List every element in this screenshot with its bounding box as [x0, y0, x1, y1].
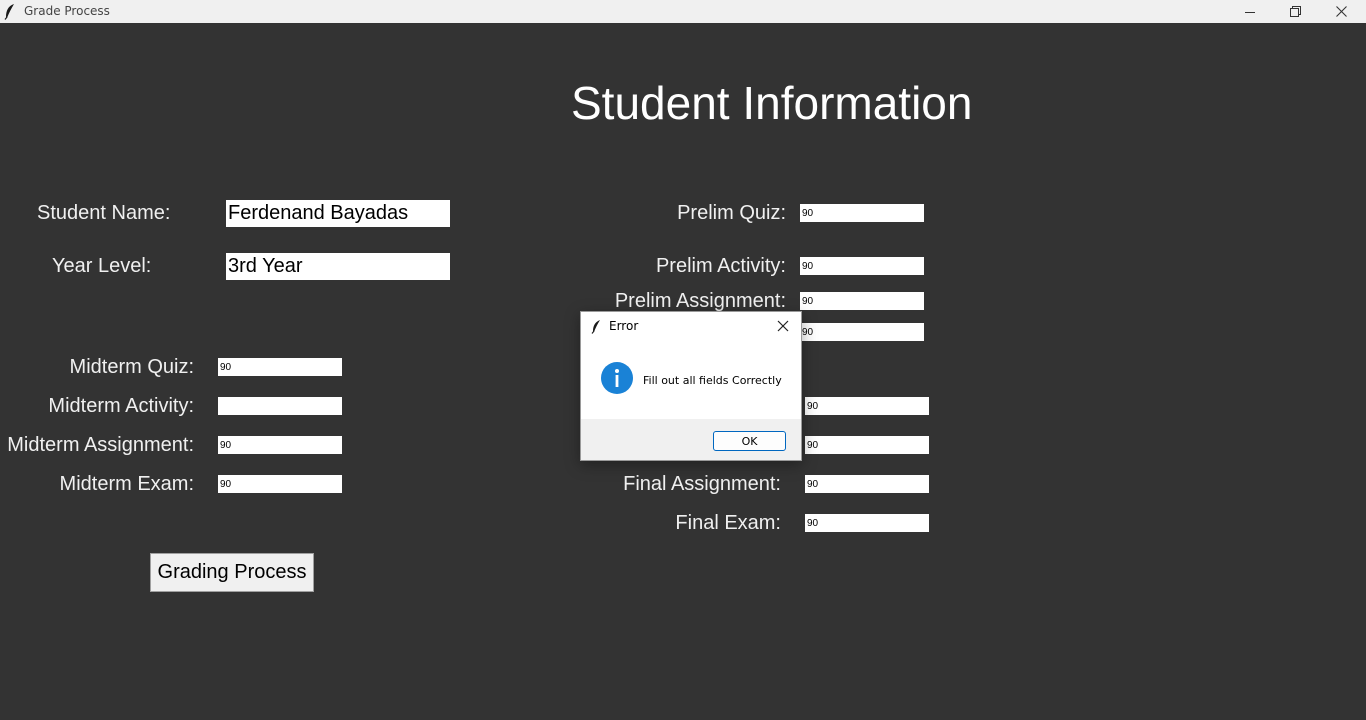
prelim-assignment-label: Prelim Assignment:: [614, 290, 786, 312]
final-quiz-input[interactable]: [805, 397, 929, 415]
dialog-close-button[interactable]: [775, 318, 791, 334]
prelim-quiz-input[interactable]: [800, 204, 924, 222]
midterm-assignment-label: Midterm Assignment:: [7, 434, 194, 456]
info-icon: [601, 362, 633, 399]
restore-icon: [1289, 6, 1301, 17]
window-titlebar: Grade Process: [0, 0, 1366, 23]
restore-button[interactable]: [1272, 0, 1318, 23]
minimize-button[interactable]: [1227, 0, 1273, 23]
close-icon: [777, 320, 789, 332]
midterm-quiz-input[interactable]: [218, 358, 342, 376]
final-exam-label: Final Exam:: [675, 512, 781, 534]
midterm-assignment-input[interactable]: [218, 436, 342, 454]
close-icon: [1335, 6, 1347, 17]
final-exam-input[interactable]: [805, 514, 929, 532]
prelim-quiz-label: Prelim Quiz:: [677, 202, 786, 224]
prelim-assignment-input[interactable]: [800, 292, 924, 310]
midterm-activity-input[interactable]: [218, 397, 342, 415]
midterm-quiz-label: Midterm Quiz:: [69, 356, 194, 378]
student-name-input[interactable]: [226, 200, 450, 227]
year-level-input[interactable]: [226, 253, 450, 280]
close-button[interactable]: [1318, 0, 1364, 23]
prelim-activity-input[interactable]: [800, 257, 924, 275]
dialog-footer: OK: [581, 419, 801, 460]
final-activity-input[interactable]: [805, 436, 929, 454]
feather-icon: [4, 3, 16, 20]
midterm-exam-label: Midterm Exam:: [59, 473, 194, 495]
dialog-title: Error: [609, 319, 639, 333]
prelim-activity-label: Prelim Activity:: [655, 255, 786, 277]
prelim-exam-input[interactable]: [800, 323, 924, 341]
dialog-titlebar: Error: [581, 312, 801, 341]
grading-process-button[interactable]: Grading Process: [150, 553, 314, 592]
year-level-label: Year Level:: [52, 255, 152, 277]
minimize-icon: [1245, 11, 1255, 13]
midterm-activity-label: Midterm Activity:: [48, 395, 194, 417]
feather-icon: [591, 319, 602, 339]
ok-button[interactable]: OK: [713, 431, 786, 451]
dialog-body: Fill out all fields Correctly: [581, 341, 801, 419]
window-title: Grade Process: [24, 4, 110, 18]
student-name-label: Student Name:: [37, 202, 171, 224]
error-dialog: Error Fill out all fields Correctly OK: [580, 311, 802, 461]
dialog-message: Fill out all fields Correctly: [643, 374, 782, 387]
final-assignment-label: Final Assignment:: [623, 473, 781, 495]
page-title: Student Information: [571, 77, 973, 129]
final-assignment-input[interactable]: [805, 475, 929, 493]
midterm-exam-input[interactable]: [218, 475, 342, 493]
